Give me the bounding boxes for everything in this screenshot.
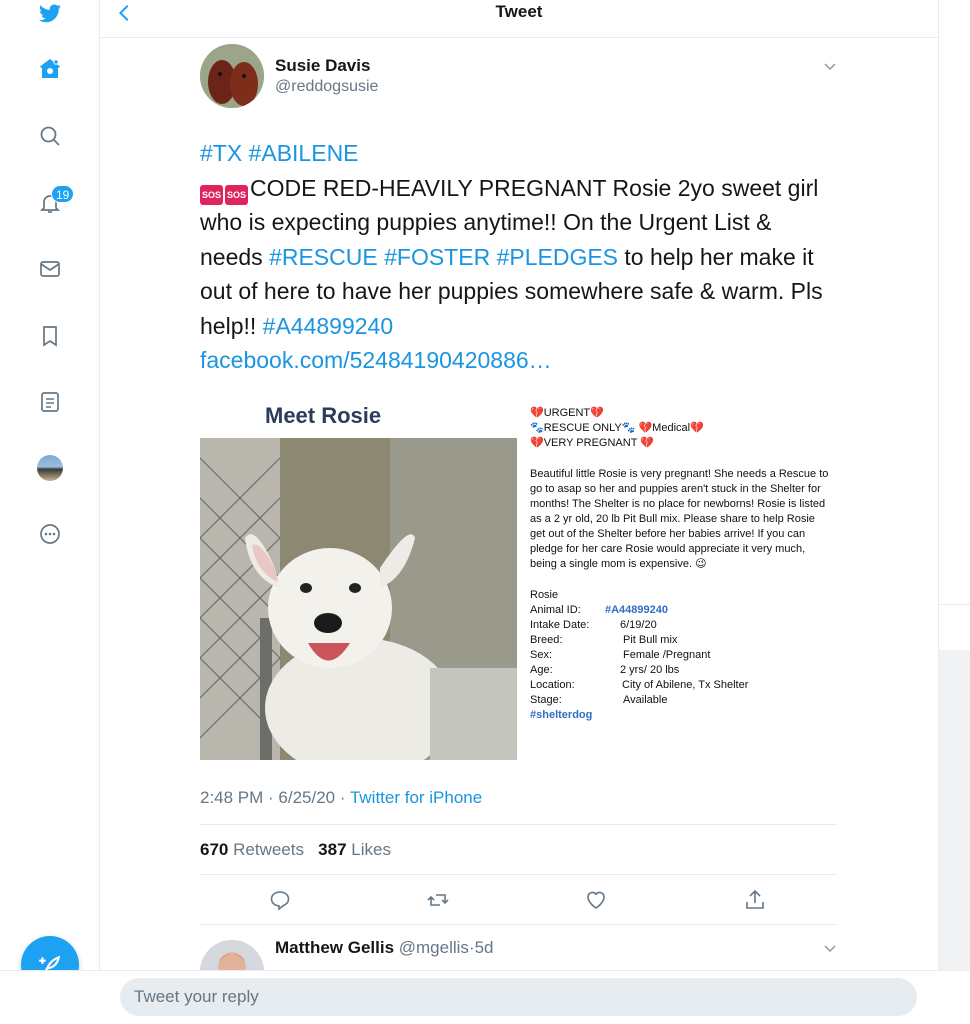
info-value: Pit Bull mix bbox=[623, 634, 678, 646]
tweet-stats: 670 Retweets 387 Likes bbox=[200, 840, 391, 860]
divider bbox=[200, 874, 837, 875]
shelterdog-tag: #shelterdog bbox=[530, 709, 593, 721]
info-row-age: Age: 2 yrs/ 20 lbs bbox=[530, 663, 830, 678]
info-row-animal-id: Animal ID: #A44899240 bbox=[530, 603, 830, 618]
author-name[interactable]: Susie Davis bbox=[275, 56, 370, 76]
rosie-info-panel: 💔URGENT💔 🐾RESCUE ONLY🐾 💔Medical💔 💔VERY P… bbox=[530, 406, 830, 723]
tweet-media-image[interactable]: Meet Rosie 💔URGENT💔 🐾RESCUE ONLY🐾 💔Medic… bbox=[200, 398, 837, 760]
sidebar-nav: 19 bbox=[0, 0, 100, 1024]
info-key: Animal ID: bbox=[530, 604, 581, 616]
divider bbox=[200, 824, 837, 825]
reply-options-button[interactable] bbox=[822, 940, 838, 956]
chevron-down-icon bbox=[824, 945, 836, 953]
retweets-label: Retweets bbox=[233, 840, 304, 859]
info-key: Intake Date: bbox=[530, 619, 590, 631]
share-icon bbox=[746, 889, 764, 909]
very-pregnant-label: 💔VERY PREGNANT 💔 bbox=[530, 437, 654, 449]
info-key: Breed: bbox=[530, 634, 563, 646]
tweet-source-link[interactable]: Twitter for iPhone bbox=[350, 788, 482, 807]
facebook-link[interactable]: facebook.com/52484190420886… bbox=[200, 347, 552, 373]
info-value: 6/19/20 bbox=[620, 619, 657, 631]
likes-count: 387 bbox=[318, 840, 347, 859]
chevron-down-icon bbox=[824, 63, 836, 71]
info-row-location: Location: City of Abilene, Tx Shelter bbox=[530, 678, 830, 693]
hashtag-animal-id[interactable]: #A44899240 bbox=[263, 313, 393, 339]
profile-avatar[interactable] bbox=[37, 455, 63, 481]
retweets-stat[interactable]: 670 Retweets bbox=[200, 840, 304, 859]
reply-button[interactable] bbox=[268, 888, 292, 912]
retweet-button[interactable] bbox=[426, 888, 450, 912]
likes-label: Likes bbox=[351, 840, 391, 859]
likes-stat[interactable]: 387 Likes bbox=[318, 840, 391, 859]
top-header: Tweet bbox=[100, 0, 938, 38]
info-key: Location: bbox=[530, 679, 575, 691]
reply-input[interactable] bbox=[120, 978, 917, 1016]
tweet-time: 2:48 PM · 6/25/20 · bbox=[200, 788, 350, 807]
info-row-intake-date: Intake Date: 6/19/20 bbox=[530, 618, 830, 633]
bookmark-icon[interactable] bbox=[36, 322, 64, 350]
divider bbox=[200, 924, 837, 925]
search-icon[interactable] bbox=[36, 122, 64, 150]
info-key: Sex: bbox=[530, 649, 553, 661]
info-key: Stage: bbox=[530, 694, 562, 706]
info-key: Age: bbox=[530, 664, 553, 676]
tweet-text: #TX #ABILENE SOS SOS CODE RED-HEAVILY PREG… bbox=[200, 136, 840, 378]
rosie-name: Rosie bbox=[530, 589, 559, 601]
info-row-sex: Sex: Female /Pregnant bbox=[530, 648, 830, 663]
tweet-options-button[interactable] bbox=[822, 58, 838, 74]
reply-author-name: Matthew Gellis bbox=[275, 938, 395, 957]
info-row-breed: Breed: Pit Bull mix bbox=[530, 633, 830, 648]
heart-icon bbox=[587, 891, 605, 909]
hashtags-link[interactable]: #TX #ABILENE bbox=[200, 140, 359, 166]
reply-time: ·5d bbox=[468, 938, 494, 957]
lists-icon[interactable] bbox=[36, 388, 64, 416]
urgent-label: 💔URGENT💔 bbox=[530, 407, 604, 419]
rosie-description: Beautiful little Rosie is very pregnant!… bbox=[530, 468, 829, 570]
hashtag-foster[interactable]: #FOSTER bbox=[384, 244, 490, 270]
info-value: City of Abilene, Tx Shelter bbox=[622, 679, 749, 691]
like-button[interactable] bbox=[584, 888, 608, 912]
twitter-logo-icon[interactable] bbox=[36, 0, 64, 28]
hashtag-rescue[interactable]: #RESCUE bbox=[269, 244, 378, 270]
home-icon[interactable] bbox=[36, 55, 64, 83]
dog-photo bbox=[200, 438, 517, 760]
notifications-badge: 19 bbox=[51, 185, 75, 203]
info-value: 2 yrs/ 20 lbs bbox=[620, 664, 680, 676]
rescue-only-label: 🐾RESCUE ONLY🐾 💔Medical💔 bbox=[530, 422, 704, 434]
media-title: Meet Rosie bbox=[265, 403, 382, 428]
hashtag-pledges[interactable]: #PLEDGES bbox=[497, 244, 618, 270]
info-value: Available bbox=[623, 694, 668, 706]
sos-emoji: SOS bbox=[200, 184, 223, 205]
share-button[interactable] bbox=[743, 888, 767, 912]
tweet-timestamp: 2:48 PM · 6/25/20 · Twitter for iPhone bbox=[200, 788, 482, 808]
sos-emoji: SOS bbox=[225, 184, 248, 205]
info-value: Female /Pregnant bbox=[623, 649, 711, 661]
more-options-icon[interactable] bbox=[36, 520, 64, 548]
info-row-stage: Stage: Available bbox=[530, 693, 830, 708]
right-panel-divider bbox=[939, 604, 970, 605]
reply-author-handle: @mgellis bbox=[398, 938, 469, 957]
reply-icon bbox=[270, 891, 290, 911]
retweet-icon bbox=[427, 894, 449, 906]
reply-author[interactable]: Matthew Gellis @mgellis·5d bbox=[275, 938, 494, 958]
page-title: Tweet bbox=[495, 2, 543, 21]
retweets-count: 670 bbox=[200, 840, 229, 859]
messages-mail-icon[interactable] bbox=[36, 255, 64, 283]
right-panel-background bbox=[939, 650, 970, 970]
author-handle[interactable]: @reddogsusie bbox=[275, 78, 378, 96]
author-avatar[interactable] bbox=[200, 44, 264, 108]
info-value: #A44899240 bbox=[605, 604, 669, 616]
